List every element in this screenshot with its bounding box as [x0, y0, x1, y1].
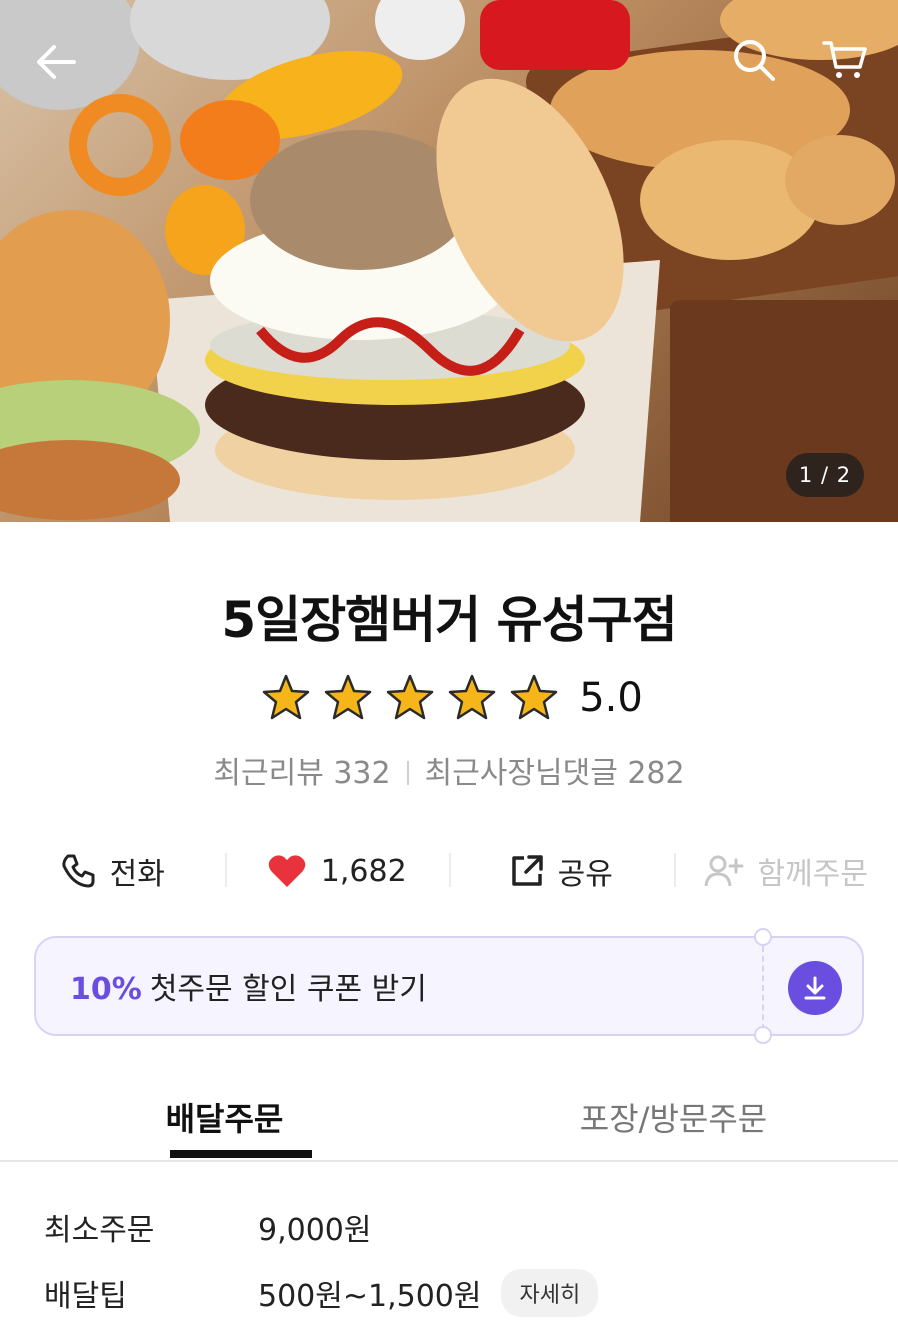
call-button[interactable]: 전화: [0, 838, 225, 904]
coupon-notch-top: [754, 928, 772, 946]
coupon-divider: [762, 946, 764, 1030]
rating-value: 5.0: [579, 675, 643, 721]
back-button[interactable]: [26, 34, 86, 90]
add-user-icon: [704, 855, 744, 887]
tab-delivery[interactable]: 배달주문: [0, 1090, 449, 1160]
active-tab-indicator: [170, 1150, 312, 1158]
coupon-download-button[interactable]: [788, 961, 842, 1015]
delivery-tip-value: 500원~1,500원: [258, 1279, 482, 1314]
image-page-indicator: 1 / 2: [786, 453, 864, 497]
hero-image[interactable]: 1 / 2: [0, 0, 898, 522]
action-bar: 전화 1,682 공유 함께주문: [0, 838, 898, 904]
min-order-label: 최소주문: [44, 1213, 155, 1248]
share-icon: [511, 855, 543, 886]
min-order-row: 최소주문 9,000원: [44, 1202, 371, 1252]
star-icon: [448, 674, 496, 720]
delivery-tip-row: 배달팁 500원~1,500원 자세히: [44, 1268, 599, 1318]
star-icon: [324, 674, 372, 720]
share-button[interactable]: 공유: [449, 838, 674, 904]
phone-icon: [61, 854, 95, 888]
tip-detail-button[interactable]: 자세히: [501, 1269, 599, 1317]
coupon-description: 첫주문 할인 쿠폰 받기: [149, 972, 427, 1007]
share-label: 공유: [557, 857, 613, 892]
star-icon: [386, 674, 434, 720]
cart-icon: [822, 41, 867, 78]
heart-icon: [268, 855, 306, 887]
like-count: 1,682: [320, 853, 407, 889]
tab-pickup[interactable]: 포장/방문주문: [449, 1090, 898, 1160]
group-order-button[interactable]: 함께주문: [673, 838, 898, 904]
search-icon: [734, 40, 775, 81]
store-name: 5일장햄버거 유성구점: [221, 591, 677, 649]
coupon-percent: 10%: [70, 972, 142, 1007]
search-button[interactable]: [724, 30, 784, 90]
star-icon: [262, 674, 310, 720]
tab-pickup-label: 포장/방문주문: [579, 1100, 768, 1138]
cart-button[interactable]: [812, 30, 878, 90]
recent-reviews-link[interactable]: 최근리뷰 332: [213, 756, 390, 791]
like-button[interactable]: 1,682: [224, 838, 450, 904]
owner-replies-link[interactable]: 최근사장님댓글 282: [425, 756, 685, 791]
min-order-value: 9,000원: [258, 1213, 372, 1248]
review-stats: 최근리뷰 332 최근사장님댓글 282: [0, 748, 898, 792]
divider: [406, 761, 409, 785]
order-type-tabs: 배달주문 포장/방문주문: [0, 1090, 898, 1162]
first-order-coupon[interactable]: 10% 첫주문 할인 쿠폰 받기: [34, 928, 864, 1044]
star-icon: [510, 674, 558, 720]
call-label: 전화: [109, 857, 165, 892]
arrow-left-icon: [37, 45, 76, 79]
rating-row: 5.0: [0, 668, 898, 728]
download-icon: [804, 976, 826, 1000]
coupon-notch-bottom: [754, 1026, 772, 1044]
delivery-tip-label: 배달팁: [44, 1279, 127, 1314]
group-order-label: 함께주문: [757, 857, 868, 892]
coupon-text: 10% 첫주문 할인 쿠폰 받기: [36, 964, 862, 1008]
